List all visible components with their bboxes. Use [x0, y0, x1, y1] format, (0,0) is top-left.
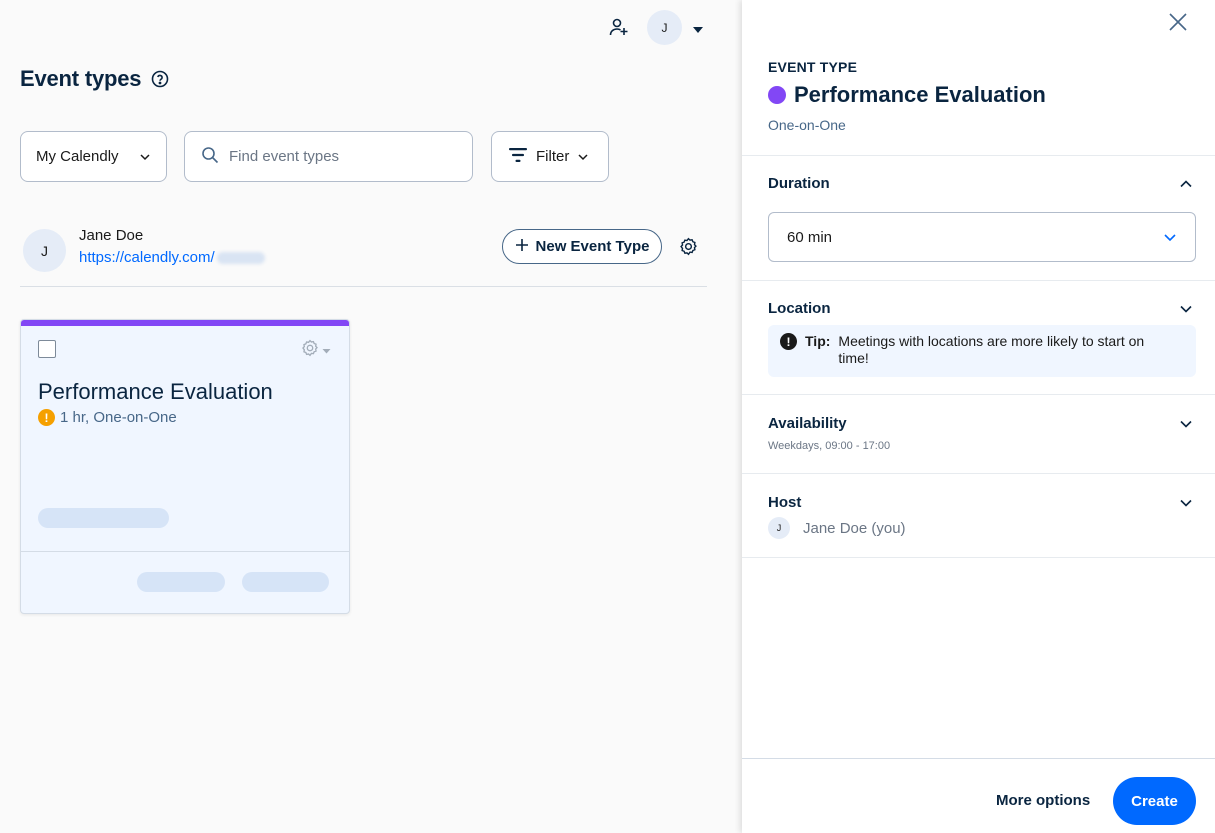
drawer-label: EVENT TYPE: [768, 59, 858, 75]
divider: [20, 286, 707, 287]
chevron-down-icon: [139, 148, 151, 165]
chevron-down-icon[interactable]: [1179, 302, 1193, 316]
chevron-down-icon[interactable]: [1179, 417, 1193, 431]
divider: [742, 394, 1215, 395]
plus-icon: [515, 238, 529, 256]
drawer-title-row: Performance Evaluation: [768, 82, 1046, 108]
card-settings-menu[interactable]: [301, 339, 333, 359]
card-title[interactable]: Performance Evaluation: [38, 379, 273, 405]
caret-down-icon: [322, 341, 331, 359]
duration-value: 60 min: [787, 228, 833, 246]
main-area: J Event types My Calendly Filter: [0, 0, 742, 833]
create-button[interactable]: Create: [1113, 777, 1196, 825]
filter-label: Filter: [536, 148, 570, 165]
page-title: Event types: [20, 66, 142, 91]
loading-placeholder: [242, 572, 329, 592]
search-input[interactable]: [229, 148, 449, 165]
duration-select[interactable]: 60 min: [768, 212, 1196, 262]
host-name: Jane Doe (you): [803, 519, 906, 537]
footer-divider: [742, 758, 1215, 759]
availability-title[interactable]: Availability: [768, 415, 847, 432]
tip-label: Tip:: [805, 333, 831, 349]
new-event-type-button[interactable]: New Event Type: [502, 229, 662, 264]
user-scheduling-link[interactable]: https://calendly.com/: [79, 249, 265, 266]
calendly-select[interactable]: My Calendly: [20, 131, 167, 182]
chevron-up-icon[interactable]: [1179, 177, 1193, 191]
location-title[interactable]: Location: [768, 300, 831, 317]
host-avatar: J: [768, 517, 790, 539]
chevron-down-icon: [577, 148, 589, 165]
card-color-bar: [21, 320, 349, 326]
caret-down-icon[interactable]: [692, 22, 704, 33]
host-row: J Jane Doe (you): [768, 517, 906, 539]
new-event-type-label: New Event Type: [535, 238, 650, 255]
tip-text: Meetings with locations are more likely …: [838, 333, 1145, 366]
availability-summary: Weekdays, 09:00 - 17:00: [768, 440, 891, 452]
divider: [742, 473, 1215, 474]
chevron-down-icon[interactable]: [1179, 496, 1193, 510]
chevron-down-icon: [1163, 229, 1177, 246]
host-title[interactable]: Host: [768, 494, 801, 511]
search-icon: [201, 146, 219, 168]
divider: [21, 551, 349, 552]
filter-button[interactable]: Filter: [491, 131, 609, 182]
user-name: Jane Doe: [79, 227, 144, 244]
divider: [742, 280, 1215, 281]
duration-title[interactable]: Duration: [768, 175, 830, 192]
loading-placeholder: [38, 508, 169, 528]
account-avatar[interactable]: J: [647, 10, 682, 45]
divider: [742, 557, 1215, 558]
more-options-button[interactable]: More options: [996, 792, 1090, 809]
loading-placeholder: [137, 572, 225, 592]
alert-icon: !: [780, 333, 797, 350]
user-url[interactable]: https://calendly.com/: [79, 249, 215, 266]
card-subtitle: ! 1 hr, One-on-One: [38, 409, 177, 426]
card-checkbox[interactable]: [38, 340, 56, 358]
card-subtitle-text: 1 hr, One-on-One: [60, 409, 177, 426]
event-kind: One-on-One: [768, 117, 846, 133]
redacted-slug: [216, 251, 265, 264]
search-box[interactable]: [184, 131, 473, 182]
event-color-dot: [768, 86, 786, 104]
user-avatar: J: [23, 229, 66, 272]
event-type-drawer: EVENT TYPE Performance Evaluation One-on…: [742, 0, 1215, 833]
add-user-icon[interactable]: [606, 14, 632, 40]
event-type-card[interactable]: Performance Evaluation ! 1 hr, One-on-On…: [20, 319, 350, 614]
filter-icon: [508, 147, 528, 167]
drawer-title: Performance Evaluation: [794, 82, 1046, 107]
warning-icon: !: [38, 409, 55, 426]
divider: [742, 155, 1215, 156]
gear-icon: [301, 339, 319, 362]
close-icon[interactable]: [1168, 12, 1188, 32]
help-icon[interactable]: [151, 70, 169, 88]
gear-icon[interactable]: [679, 237, 698, 256]
calendly-select-label: My Calendly: [36, 148, 119, 165]
page-header: Event types: [20, 66, 169, 92]
location-tip: ! Tip: Meetings with locations are more …: [768, 325, 1196, 377]
